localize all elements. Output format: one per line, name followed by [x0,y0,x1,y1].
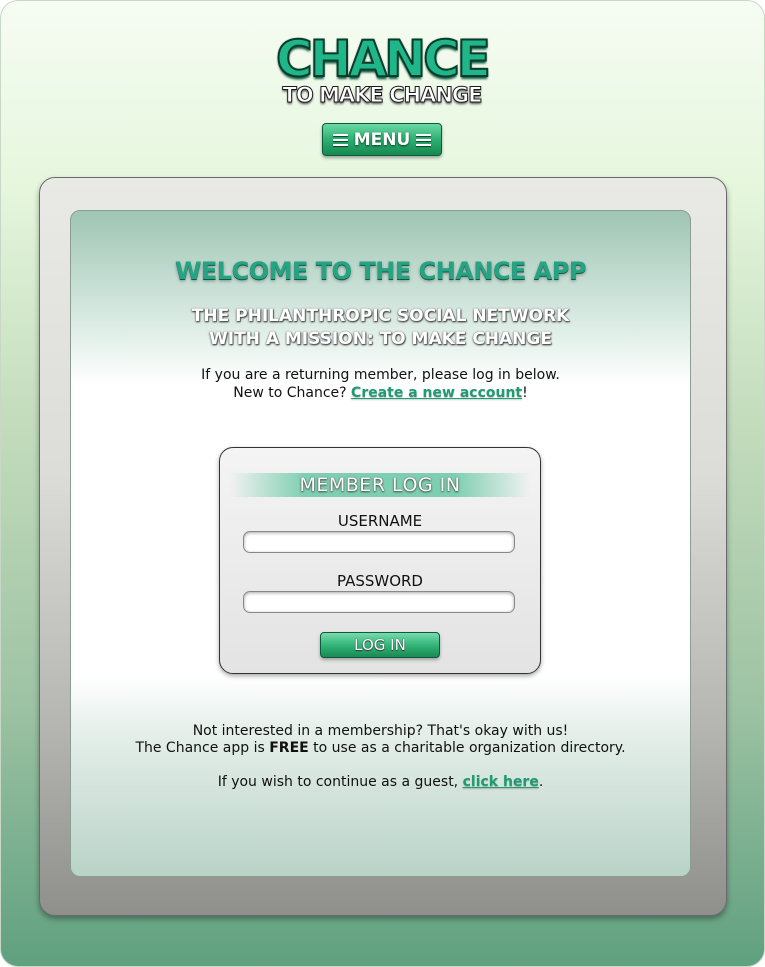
menu-button[interactable]: MENU [322,123,442,156]
footer-text: Not interested in a membership? That's o… [70,723,691,791]
welcome-title: WELCOME TO THE CHANCE APP [174,257,587,285]
intro-prefix: New to Chance? [233,385,352,401]
footer-line-1: Not interested in a membership? That's o… [192,723,569,739]
logo-title: CHANCE [275,30,492,88]
guest-line: If you wish to continue as a guest, clic… [70,774,691,791]
password-field[interactable] [243,591,515,613]
hamburger-icon [332,133,348,146]
intro-line-2: New to Chance? Create a new account! [70,384,691,402]
create-account-link[interactable]: Create a new account [351,385,522,401]
guest-prefix: If you wish to continue as a guest, [217,774,463,790]
username-label: USERNAME [337,512,423,530]
guest-suffix: . [538,774,544,790]
password-label: PASSWORD [336,572,423,590]
login-box: MEMBER LOG IN USERNAME PASSWORD LOG IN [219,447,541,674]
subtitle-line-1: THE PHILANTHROPIC SOCIAL NETWORK [191,306,570,326]
logo-tagline: TO MAKE CHANGE [282,83,483,108]
menu-label: MENU [353,129,411,150]
subtitle-line-2: WITH A MISSION: TO MAKE CHANGE [209,329,552,349]
login-header: MEMBER LOG IN [230,473,530,497]
intro-line-1: If you are a returning member, please lo… [201,367,560,383]
footer-line-2-suffix: to use as a charitable organization dire… [308,740,626,756]
footer-line-2-prefix: The Chance app is [135,740,270,756]
intro-suffix: ! [522,385,528,401]
footer-line-2: The Chance app is FREE to use as a chari… [70,740,691,757]
chance-logo[interactable]: CHANCE TO MAKE CHANGE [257,30,507,109]
intro-text: If you are a returning member, please lo… [70,366,691,402]
subtitle: THE PHILANTHROPIC SOCIAL NETWORK WITH A … [70,305,691,351]
hamburger-icon [416,133,432,146]
free-emphasis: FREE [269,740,309,756]
login-button[interactable]: LOG IN [320,632,440,658]
username-field[interactable] [243,531,515,553]
guest-link[interactable]: click here [463,774,539,790]
page-background: CHANCE TO MAKE CHANGE MENU WELCOME TO TH… [0,0,765,967]
